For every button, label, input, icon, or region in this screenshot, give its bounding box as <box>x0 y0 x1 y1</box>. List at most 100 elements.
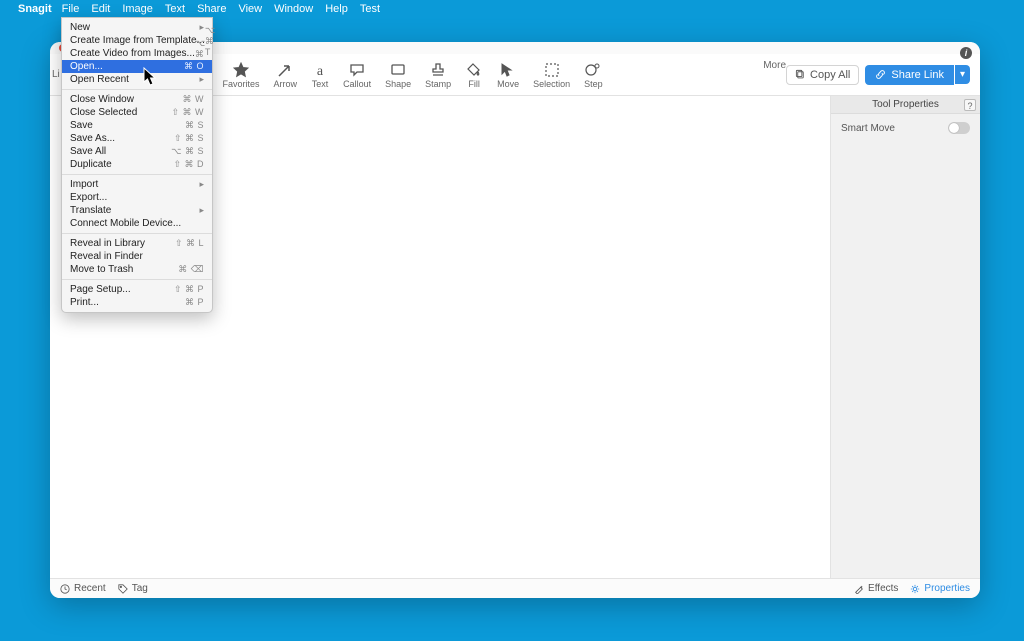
properties-button[interactable]: Properties <box>910 583 970 594</box>
menubar-window[interactable]: Window <box>274 3 313 15</box>
tool-shape[interactable]: Shape <box>385 61 411 89</box>
menu-item-new[interactable]: New▸ <box>62 21 212 34</box>
menu-item-shortcut: ⇧ ⌘ D <box>173 159 204 170</box>
menu-item-shortcut: ⌘ W <box>183 94 205 105</box>
menu-item-create-image-from-template[interactable]: Create Image from Template...⌥ ⌘ T <box>62 34 212 47</box>
menu-item-label: Close Selected <box>70 107 171 118</box>
tag-button[interactable]: Tag <box>118 583 148 594</box>
menu-separator <box>62 174 212 175</box>
share-dropdown-button[interactable]: ▾ <box>955 65 970 84</box>
tool-more[interactable]: More <box>763 60 786 71</box>
menu-item-reveal-in-finder[interactable]: Reveal in Finder <box>62 250 212 263</box>
menu-item-shortcut: ⌘ P <box>185 297 204 308</box>
tool-selection[interactable]: Selection <box>533 61 570 89</box>
menu-item-label: Open... <box>70 61 184 72</box>
menu-item-open[interactable]: Open...⌘ O <box>62 60 212 73</box>
menubar-text[interactable]: Text <box>165 3 185 15</box>
menubar-image[interactable]: Image <box>122 3 153 15</box>
menu-item-close-window[interactable]: Close Window⌘ W <box>62 93 212 106</box>
tool-favorites[interactable]: Favorites <box>223 61 260 89</box>
menu-item-connect-mobile-device[interactable]: Connect Mobile Device... <box>62 217 212 230</box>
submenu-arrow-icon: ▸ <box>199 179 204 190</box>
tool-label: Step <box>584 79 603 89</box>
menu-separator <box>62 233 212 234</box>
menu-item-move-to-trash[interactable]: Move to Trash⌘ ⌫ <box>62 263 212 276</box>
menu-item-reveal-in-library[interactable]: Reveal in Library⇧ ⌘ L <box>62 237 212 250</box>
tool-fill[interactable]: Fill <box>465 61 483 89</box>
menu-item-label: Page Setup... <box>70 284 174 295</box>
tag-icon <box>118 584 128 594</box>
submenu-arrow-icon: ▸ <box>199 22 204 33</box>
menu-item-save-all[interactable]: Save All⌥ ⌘ S <box>62 145 212 158</box>
tool-callout[interactable]: Callout <box>343 61 371 89</box>
tool-text[interactable]: aText <box>311 61 329 89</box>
properties-panel: Tool Properties ? Smart Move <box>830 96 980 578</box>
menu-item-label: Save <box>70 120 185 131</box>
menu-item-close-selected[interactable]: Close Selected⇧ ⌘ W <box>62 106 212 119</box>
recents-button[interactable]: Recent <box>60 583 106 594</box>
menu-item-label: Create Video from Images... <box>70 48 195 59</box>
shape-icon <box>389 61 407 79</box>
tool-step[interactable]: Step <box>584 61 603 89</box>
menubar-test[interactable]: Test <box>360 3 380 15</box>
menu-item-label: Import <box>70 179 199 190</box>
menu-item-shortcut: ⇧ ⌘ W <box>171 107 204 118</box>
menu-item-label: Move to Trash <box>70 264 178 275</box>
menu-item-label: Translate <box>70 205 199 216</box>
tool-label: Stamp <box>425 79 451 89</box>
tool-arrow[interactable]: Arrow <box>274 61 298 89</box>
bottom-bar: Recent Tag Effects Properties <box>50 578 980 598</box>
menu-item-import[interactable]: Import▸ <box>62 178 212 191</box>
menu-item-label: Save All <box>70 146 171 157</box>
properties-help-icon[interactable]: ? <box>964 99 976 111</box>
menu-item-page-setup[interactable]: Page Setup...⇧ ⌘ P <box>62 283 212 296</box>
tool-label: Selection <box>533 79 570 89</box>
smart-move-toggle[interactable] <box>948 122 970 134</box>
tool-move[interactable]: Move <box>497 61 519 89</box>
menu-item-shortcut: ⌘ O <box>184 61 204 72</box>
menubar-help[interactable]: Help <box>325 3 348 15</box>
effects-button[interactable]: Effects <box>854 583 898 594</box>
tool-stamp[interactable]: Stamp <box>425 61 451 89</box>
menu-item-label: New <box>70 22 199 33</box>
menubar-share[interactable]: Share <box>197 3 226 15</box>
menu-item-label: Connect Mobile Device... <box>70 218 204 229</box>
copy-all-button[interactable]: Copy All <box>786 65 859 85</box>
copy-all-label: Copy All <box>810 69 850 81</box>
menu-item-label: Print... <box>70 297 185 308</box>
menu-item-translate[interactable]: Translate▸ <box>62 204 212 217</box>
tool-label: Arrow <box>274 79 298 89</box>
menu-item-label: Close Window <box>70 94 183 105</box>
smart-move-label: Smart Move <box>841 123 895 134</box>
share-link-button[interactable]: Share Link <box>865 65 954 85</box>
menu-item-duplicate[interactable]: Duplicate⇧ ⌘ D <box>62 158 212 171</box>
tool-label: Shape <box>385 79 411 89</box>
menu-item-save-as[interactable]: Save As...⇧ ⌘ S <box>62 132 212 145</box>
mac-menubar: Snagit File Edit Image Text Share View W… <box>0 0 1024 17</box>
wand-icon <box>854 584 864 594</box>
tool-label: Text <box>312 79 329 89</box>
info-icon[interactable]: i <box>960 47 972 59</box>
properties-header: Tool Properties ? <box>831 96 980 114</box>
menu-item-print[interactable]: Print...⌘ P <box>62 296 212 309</box>
gear-icon <box>910 584 920 594</box>
menubar-file[interactable]: File <box>62 3 80 15</box>
menu-item-export[interactable]: Export... <box>62 191 212 204</box>
menu-item-label: Duplicate <box>70 159 173 170</box>
menu-item-shortcut: ⇧ ⌘ P <box>174 284 204 295</box>
clock-icon <box>60 584 70 594</box>
menu-item-label: Open Recent <box>70 74 199 85</box>
menu-item-open-recent[interactable]: Open Recent▸ <box>62 73 212 86</box>
menu-item-shortcut: ⌥ ⌘ S <box>171 146 204 157</box>
properties-title: Tool Properties <box>872 99 939 110</box>
menubar-app-name[interactable]: Snagit <box>18 3 52 15</box>
menubar-edit[interactable]: Edit <box>91 3 110 15</box>
tool-label: Fill <box>468 79 480 89</box>
menu-item-create-video-from-images[interactable]: Create Video from Images...⌥ ⌘ V <box>62 47 212 60</box>
tool-label: Move <box>497 79 519 89</box>
step-icon <box>584 61 602 79</box>
menu-item-save[interactable]: Save⌘ S <box>62 119 212 132</box>
toolbar-right: Copy All Share Link ▾ <box>786 65 980 85</box>
menubar-view[interactable]: View <box>238 3 262 15</box>
submenu-arrow-icon: ▸ <box>199 205 204 216</box>
